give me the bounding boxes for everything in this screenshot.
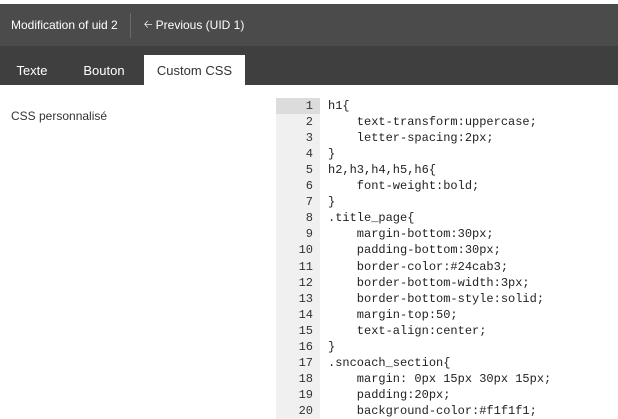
line-number: 1: [276, 98, 320, 114]
line-number: 7: [305, 195, 313, 210]
code-text: margin-top:50;: [328, 307, 458, 322]
code-text: font-weight:bold;: [328, 179, 480, 194]
code-line[interactable]: 13 border-bottom-style:solid;: [276, 291, 618, 307]
code-line[interactable]: 16}: [276, 339, 618, 355]
code-line[interactable]: 8 .title_page{: [276, 210, 618, 226]
code-line[interactable]: 19 padding:20px;: [276, 387, 618, 403]
code-text: }: [328, 195, 336, 210]
line-number: 14: [298, 307, 313, 322]
line-number: 13: [298, 291, 313, 306]
code-line[interactable]: 10 padding-bottom:30px;: [276, 242, 618, 258]
code-line[interactable]: 7}: [276, 194, 618, 210]
line-number: 3: [305, 131, 313, 146]
line-number: 15: [298, 323, 313, 338]
code-line[interactable]: 6 font-weight:bold;: [276, 178, 618, 194]
line-number: 5: [305, 163, 313, 178]
line-number: 9: [305, 227, 313, 242]
code-text: padding:20px;: [328, 387, 451, 402]
code-text: background-color:#f1f1f1;: [328, 403, 537, 418]
line-number: 19: [298, 387, 313, 402]
tab-label: Bouton: [83, 62, 125, 78]
line-number: 16: [298, 339, 313, 354]
previous-button[interactable]: 🡠 Previous (UID 1): [144, 16, 245, 35]
arrow-left-icon: 🡠: [143, 18, 153, 31]
tab-bar: Texte Bouton Custom CSS: [0, 47, 618, 85]
code-text: margin-bottom:30px;: [328, 227, 494, 242]
line-number: 12: [298, 275, 313, 290]
page-title: Modification of uid 2: [11, 18, 118, 32]
code-text: .title_page{: [328, 211, 415, 226]
code-text: h1{: [328, 99, 350, 113]
code-text: text-transform:uppercase;: [328, 115, 537, 130]
code-line[interactable]: 2 text-transform:uppercase;: [276, 114, 618, 130]
tab-label: Custom CSS: [156, 62, 233, 78]
code-line[interactable]: 11 border-color:#24cab3;: [276, 259, 618, 275]
code-line[interactable]: 14 margin-top:50;: [276, 307, 618, 323]
code-text: border-bottom-width:3px;: [328, 275, 530, 290]
code-line[interactable]: 5 h2,h3,h4,h5,h6{: [276, 162, 618, 178]
code-text: border-color:#24cab3;: [328, 259, 509, 274]
line-number: 17: [298, 355, 313, 370]
line-number: 11: [298, 259, 313, 274]
code-text: border-bottom-style:solid;: [328, 291, 545, 306]
code-line[interactable]: 9 margin-bottom:30px;: [276, 226, 618, 242]
code-text: margin: 0px 15px 30px 15px;: [328, 371, 552, 386]
tab-texte[interactable]: Texte: [0, 55, 64, 85]
css-field-label: CSS personnalisé: [11, 109, 108, 123]
line-number: 6: [305, 179, 313, 194]
code-line[interactable]: 15 text-align:center;: [276, 323, 618, 339]
line-number: 2: [305, 115, 313, 130]
code-line[interactable]: 4}: [276, 146, 618, 162]
code-text: padding-bottom:30px;: [328, 243, 501, 258]
code-line[interactable]: 18 margin: 0px 15px 30px 15px;: [276, 371, 618, 387]
code-text: text-align:center;: [328, 323, 487, 338]
tab-label: Texte: [16, 62, 48, 78]
code-line[interactable]: 20 background-color:#f1f1f1;: [276, 403, 618, 419]
line-number: 10: [298, 243, 313, 258]
code-text: .sncoach_section{: [328, 355, 451, 370]
previous-button-label: Previous (UID 1): [155, 18, 245, 32]
code-text: }: [328, 147, 336, 162]
header-divider: [129, 12, 131, 38]
code-line[interactable]: 1 h1{: [276, 98, 618, 114]
code-line[interactable]: 3 letter-spacing:2px;: [276, 130, 618, 146]
tab-bouton[interactable]: Bouton: [64, 55, 144, 85]
line-number: 4: [305, 147, 313, 162]
css-code-editor[interactable]: 1 h1{2 text-transform:uppercase; 3 letter-…: [276, 98, 618, 419]
code-text: }: [328, 339, 336, 354]
code-line[interactable]: 17 .sncoach_section{: [276, 355, 618, 371]
line-number: 18: [298, 371, 313, 386]
line-number: 8: [305, 211, 313, 226]
line-number: 20: [298, 403, 313, 418]
top-bar: Modification of uid 2 🡠 Previous (UID 1): [0, 4, 618, 47]
code-text: h2,h3,h4,h5,h6{: [328, 163, 437, 178]
tab-custom-css[interactable]: Custom CSS: [144, 55, 245, 85]
code-text: letter-spacing:2px;: [328, 131, 494, 146]
code-line[interactable]: 12 border-bottom-width:3px;: [276, 275, 618, 291]
